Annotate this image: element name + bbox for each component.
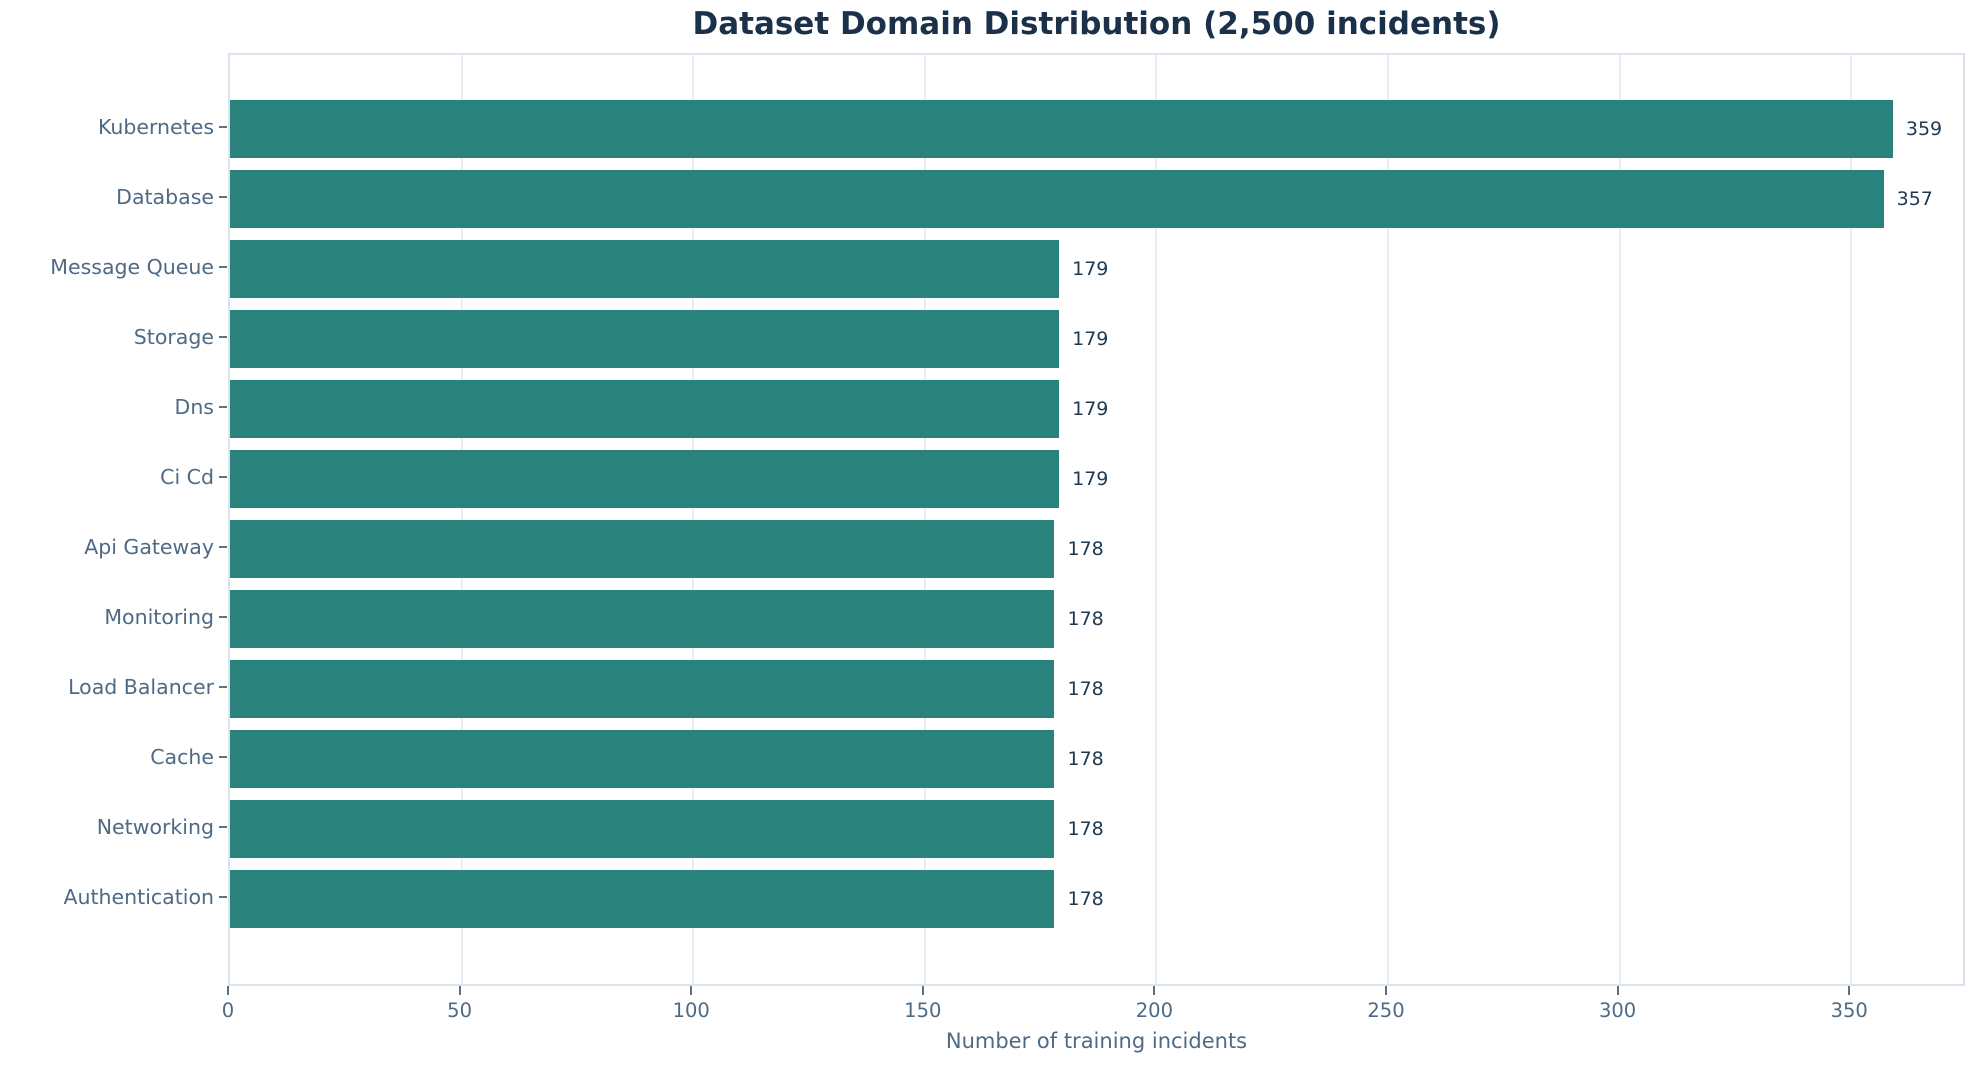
y-axis-label: Cache (150, 745, 214, 769)
y-tick-mark (219, 896, 227, 898)
y-axis-label: Dns (174, 395, 214, 419)
y-axis-label: Ci Cd (160, 465, 214, 489)
x-tick-label: 300 (1598, 999, 1637, 1022)
x-tick-label: 0 (221, 999, 235, 1022)
bar (230, 800, 1055, 858)
bar (230, 380, 1060, 438)
bar-value-label: 179 (1072, 468, 1109, 490)
y-tick-mark (219, 126, 227, 128)
chart-title: Dataset Domain Distribution (2,500 incid… (692, 6, 1501, 42)
y-tick-mark (219, 546, 227, 548)
x-tick-mark (690, 986, 693, 995)
y-axis-label: Load Balancer (68, 675, 214, 699)
bar (230, 240, 1060, 298)
bar-value-label: 178 (1067, 538, 1104, 560)
x-tick-mark (921, 986, 924, 995)
x-tick-label: 250 (1367, 999, 1405, 1022)
bar-value-label: 178 (1067, 608, 1104, 630)
chart-figure: Dataset Domain Distribution (2,500 incid… (0, 0, 1979, 1067)
bar-value-label: 178 (1067, 888, 1104, 910)
bar-value-label: 178 (1067, 748, 1104, 770)
x-tick-mark (458, 986, 461, 995)
y-tick-mark (219, 406, 227, 408)
y-axis-label: Kubernetes (97, 115, 214, 139)
plot-area: 359 357 179 179 179 179 178 178 178 178 178 178 (228, 53, 1965, 986)
bar-value-label: 359 (1905, 118, 1943, 140)
bar (230, 170, 1884, 228)
bar-value-label: 179 (1072, 398, 1109, 420)
x-tick-mark (1385, 986, 1387, 995)
y-axis-label: Authentication (63, 885, 215, 909)
x-tick-label: 150 (904, 999, 942, 1022)
x-tick-label: 50 (447, 999, 472, 1022)
y-tick-mark (219, 686, 227, 688)
bar (230, 310, 1060, 368)
x-axis-title: Number of training incidents (945, 1029, 1248, 1053)
x-tick-label: 350 (1830, 999, 1868, 1022)
x-tick-label: 100 (672, 999, 710, 1022)
y-tick-mark (219, 336, 227, 338)
bar-value-label: 357 (1896, 188, 1933, 210)
y-tick-mark (219, 266, 227, 268)
y-axis-label: Storage (133, 325, 214, 349)
y-axis-label: Api Gateway (84, 535, 214, 559)
bar (230, 450, 1060, 508)
x-tick-label: 200 (1135, 999, 1173, 1022)
bar-value-label: 179 (1072, 258, 1109, 280)
y-tick-mark (219, 196, 227, 198)
y-axis-label: Monitoring (104, 605, 214, 629)
x-tick-mark (227, 986, 229, 995)
bar-value-label: 178 (1067, 818, 1104, 840)
y-tick-mark (219, 826, 227, 828)
y-axis-label: Networking (96, 815, 214, 839)
y-tick-mark (219, 616, 227, 618)
bar (230, 590, 1055, 648)
bar (230, 730, 1055, 788)
bar-value-label: 178 (1067, 678, 1104, 700)
x-tick-mark (1153, 986, 1156, 995)
y-tick-mark (219, 756, 227, 758)
bar (230, 660, 1055, 718)
y-tick-mark (219, 476, 227, 478)
bar (230, 100, 1893, 158)
y-axis-label: Message Queue (50, 255, 214, 279)
y-axis-label: Database (116, 185, 214, 209)
bar (230, 520, 1055, 578)
bar-value-label: 179 (1072, 328, 1109, 350)
x-tick-mark (1848, 986, 1851, 995)
x-tick-mark (1616, 986, 1619, 995)
bar (230, 870, 1055, 928)
